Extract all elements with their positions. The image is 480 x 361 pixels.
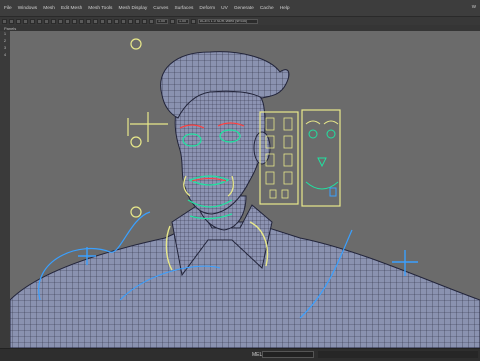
motion-blur-icon[interactable]: [128, 18, 133, 24]
menu-generate[interactable]: Generate: [234, 6, 254, 11]
grid-icon[interactable]: [30, 18, 35, 24]
lights-icon[interactable]: [79, 18, 84, 24]
face-slider-panel[interactable]: [265, 117, 293, 199]
menu-curves[interactable]: Curves: [153, 6, 168, 11]
camera-attributes-icon[interactable]: [9, 18, 14, 24]
layout-button-2[interactable]: 2: [0, 38, 10, 45]
menu-help[interactable]: Help: [280, 6, 290, 11]
exposure-icon[interactable]: [149, 18, 154, 24]
script-language-label[interactable]: MEL: [252, 352, 262, 358]
menu-mesh-display[interactable]: Mesh Display: [118, 6, 147, 11]
wireframe-on-shaded-icon[interactable]: [65, 18, 70, 24]
exposure-field[interactable]: 1.00: [156, 18, 168, 24]
menu-bar: File Windows Mesh Edit Mesh Mesh Tools M…: [0, 0, 480, 17]
left-tool-strip: 1 2 3 4: [0, 31, 10, 348]
head-top-control[interactable]: [130, 38, 142, 50]
viewport-scene: [10, 38, 480, 348]
menu-surfaces[interactable]: Surfaces: [174, 6, 193, 11]
image-plane-icon[interactable]: [23, 18, 28, 24]
xray-icon[interactable]: [100, 18, 105, 24]
bookmark-icon[interactable]: [16, 18, 21, 24]
resolution-gate-icon[interactable]: [44, 18, 49, 24]
anti-aliasing-icon[interactable]: [135, 18, 140, 24]
workspace-label[interactable]: W: [472, 4, 476, 9]
layout-button-1[interactable]: 1: [0, 31, 10, 38]
status-bar: MEL: [0, 348, 480, 361]
menu-edit-mesh[interactable]: Edit Mesh: [61, 6, 82, 11]
command-result-field: [318, 351, 478, 358]
wireframe-icon[interactable]: [51, 18, 56, 24]
command-line-input[interactable]: [262, 351, 314, 358]
smooth-shade-icon[interactable]: [58, 18, 63, 24]
backface-icon[interactable]: [114, 18, 119, 24]
menu-uv[interactable]: UV: [221, 6, 228, 11]
menu-cache[interactable]: Cache: [260, 6, 274, 11]
view-transform-dropdown[interactable]: ACES 1.0 SDR-video (sRGB): [198, 18, 258, 24]
xray-joints-icon[interactable]: [107, 18, 112, 24]
gamma-field[interactable]: 1.00: [177, 18, 189, 24]
neck-control[interactable]: [130, 206, 142, 218]
gamma-icon[interactable]: [170, 18, 175, 24]
panel-toolbar: 1.00 1.00 ACES 1.0 SDR-video (sRGB): [0, 17, 480, 25]
perspective-viewport[interactable]: [10, 31, 480, 348]
textured-icon[interactable]: [72, 18, 77, 24]
face-picker-panel[interactable]: [305, 120, 339, 197]
color-management-icon[interactable]: [191, 18, 196, 24]
camera-icon[interactable]: [2, 18, 7, 24]
depth-of-field-icon[interactable]: [142, 18, 147, 24]
menu-mesh[interactable]: Mesh: [43, 6, 55, 11]
panels-menu[interactable]: Panels: [4, 26, 16, 31]
menu-deform[interactable]: Deform: [199, 6, 215, 11]
film-gate-icon[interactable]: [37, 18, 42, 24]
layout-button-4[interactable]: 4: [0, 52, 10, 59]
layout-button-3[interactable]: 3: [0, 45, 10, 52]
isolate-select-icon[interactable]: [93, 18, 98, 24]
ambient-occlusion-icon[interactable]: [121, 18, 126, 24]
look-at-target[interactable]: [130, 136, 142, 148]
menu-windows[interactable]: Windows: [18, 6, 37, 11]
shadows-icon[interactable]: [86, 18, 91, 24]
menu-file[interactable]: File: [4, 6, 12, 11]
menu-mesh-tools[interactable]: Mesh Tools: [88, 6, 112, 11]
